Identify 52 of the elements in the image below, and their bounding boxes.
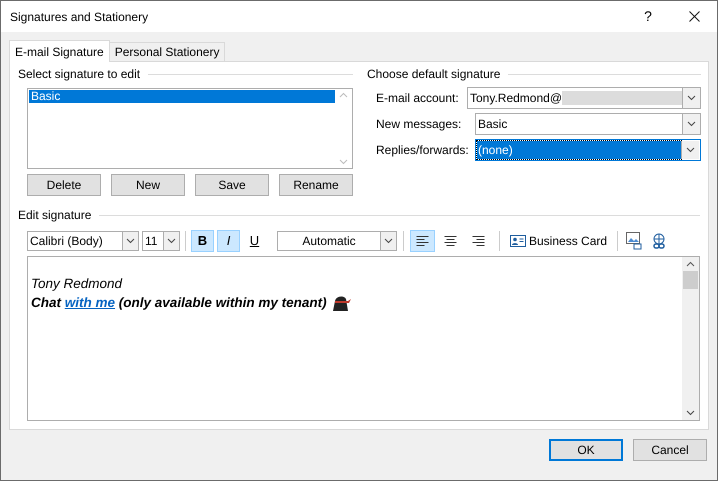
signature-text: Chat with me (only available within my tenant) <box>31 294 327 312</box>
align-icon <box>472 236 485 246</box>
dialog-button[interactable]: Cancel <box>633 439 707 461</box>
chevron-up-icon <box>338 92 348 98</box>
format-button[interactable]: I <box>217 230 240 252</box>
chevron-down-icon <box>687 121 696 127</box>
scrollbar-thumb[interactable] <box>683 271 698 289</box>
action-button[interactable]: Delete <box>27 174 101 196</box>
signature-name: Tony Redmond <box>31 275 122 293</box>
group-heading: Choose default signature <box>367 66 500 83</box>
format-button[interactable]: B <box>191 230 214 252</box>
dropdown-value: Tony.Redmond@ <box>470 90 562 107</box>
action-button[interactable]: New <box>111 174 185 196</box>
business-card-button[interactable]: Business Card <box>508 230 610 252</box>
size-dropdown[interactable]: 11 <box>142 231 180 251</box>
color-dropdown[interactable]: Automatic <box>277 231 397 251</box>
align-icon <box>444 236 457 246</box>
dropdown-value: Basic <box>478 116 508 133</box>
chevron-down-icon <box>686 147 696 153</box>
dropdown-field[interactable]: (none) <box>475 139 702 161</box>
field-label: Replies/forwards: <box>376 142 470 159</box>
chevron-down-icon <box>384 238 393 244</box>
chat-link[interactable]: with me <box>64 295 116 310</box>
dropdown-value: (none) <box>478 142 513 159</box>
contact-card-icon <box>510 235 526 247</box>
group-heading: Edit signature <box>18 207 92 224</box>
list-item[interactable]: Basic <box>29 90 335 103</box>
picture-icon[interactable] <box>626 232 642 250</box>
tab[interactable]: E-mail Signature <box>9 40 110 62</box>
action-button[interactable]: Rename <box>279 174 353 196</box>
action-button[interactable]: Save <box>195 174 269 196</box>
align-button[interactable] <box>410 230 435 252</box>
field-label: E-mail account: <box>376 90 460 107</box>
close-icon <box>688 11 700 22</box>
help-button[interactable]: ? <box>625 1 671 32</box>
field-label: New messages: <box>376 116 462 133</box>
chevron-down-icon <box>126 238 135 244</box>
font-dropdown[interactable]: Calibri (Body) <box>27 231 139 251</box>
chevron-up-icon <box>686 261 695 267</box>
align-icon <box>416 236 429 246</box>
chevron-down-icon <box>687 95 696 101</box>
chevron-down-icon <box>167 238 176 244</box>
tab[interactable]: Personal Stationery <box>110 42 226 61</box>
dropdown-field[interactable]: Tony.Redmond@ <box>467 87 702 109</box>
group-heading: Select signature to edit <box>18 66 140 83</box>
signature-editor[interactable]: Tony Redmond Chat with me (only available within my tenant) <box>27 256 700 421</box>
format-button[interactable]: U <box>243 230 266 252</box>
window-title: Signatures and Stationery <box>10 8 150 26</box>
dialog-button[interactable]: OK <box>549 439 623 461</box>
dropdown-field[interactable]: Basic <box>475 113 702 135</box>
chevron-down-icon <box>686 410 695 416</box>
chevron-down-icon <box>338 159 348 165</box>
